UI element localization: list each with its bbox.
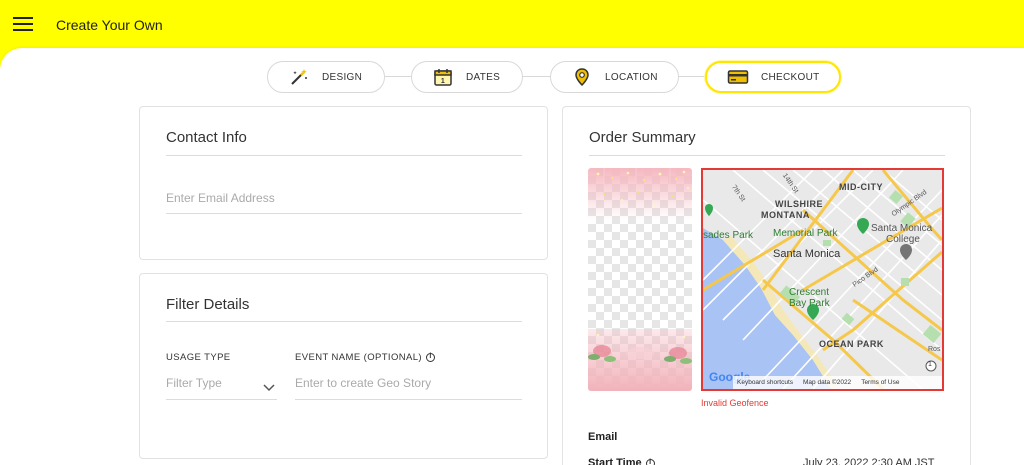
summary-email-label: Email (588, 431, 618, 443)
divider (166, 155, 522, 156)
event-name-label: EVENT NAME (OPTIONAL) i (295, 352, 435, 363)
summary-start-time-value: July 23, 2022 2:30 AM JST (803, 457, 935, 465)
app-title: Create Your Own (56, 17, 163, 33)
keyboard-shortcuts-link[interactable]: Keyboard shortcuts (737, 379, 793, 386)
map-label-bay-park: Bay Park (789, 298, 830, 309)
floral-decoration (588, 333, 692, 364)
order-summary-title: Order Summary (589, 129, 696, 146)
map-label-wilshire: WILSHIRE (775, 199, 823, 209)
map-label-memorial-park: Memorial Park (773, 228, 838, 239)
map-pin-icon (571, 66, 593, 88)
calendar-icon: 1 (432, 66, 454, 88)
terms-of-use-link[interactable]: Terms of Use (861, 379, 899, 386)
svg-text:1: 1 (441, 78, 445, 85)
filter-details-card: Filter Details USAGE TYPE Filter Type EV… (139, 273, 548, 459)
contact-info-card: Contact Info Enter Email Address (139, 106, 548, 260)
map-data-text: Map data ©2022 (803, 379, 852, 386)
map-label-crescent: Crescent (789, 287, 830, 298)
step-dates-label: DATES (466, 71, 501, 83)
credit-card-icon (727, 66, 749, 88)
event-name-input[interactable]: Enter to create Geo Story (295, 376, 431, 390)
step-design[interactable]: DESIGN (267, 61, 385, 93)
map-label-santa-monica: Santa Monica (773, 248, 841, 260)
map-label-mid-city: MID-CITY (839, 182, 883, 192)
filter-details-title: Filter Details (166, 296, 250, 313)
divider (589, 155, 945, 156)
step-design-label: DESIGN (322, 71, 363, 83)
sparkles-decoration (596, 168, 689, 206)
divider (166, 321, 522, 322)
info-icon[interactable]: i (645, 458, 655, 465)
usage-type-label: USAGE TYPE (166, 352, 231, 363)
email-input[interactable]: Enter Email Address (166, 191, 275, 205)
map-label-montana: MONTANA (761, 210, 810, 220)
map-label-palisades-park: sades Park (703, 230, 754, 241)
email-input-underline (166, 213, 522, 214)
geofence-map[interactable]: MID-CITY WILSHIRE MONTANA Memorial Park … (701, 168, 944, 391)
start-time-label-text: Start Time (588, 457, 642, 465)
magic-wand-icon (288, 66, 310, 88)
event-name-label-text: EVENT NAME (OPTIONAL) (295, 352, 422, 363)
contact-info-title: Contact Info (166, 129, 247, 146)
map-label-college-1: Santa Monica (871, 223, 933, 234)
chevron-down-icon (263, 379, 275, 397)
usage-type-underline (166, 399, 277, 400)
step-location[interactable]: LOCATION (550, 61, 679, 93)
map-label-ocean-park: OCEAN PARK (819, 339, 884, 349)
map-label-ros: Ros (928, 346, 941, 353)
hamburger-menu-icon[interactable] (13, 17, 33, 31)
step-checkout[interactable]: CHECKOUT (705, 61, 841, 93)
step-dates[interactable]: 1 DATES (411, 61, 523, 93)
summary-start-time-label: Start Time i (588, 457, 655, 465)
step-checkout-label: CHECKOUT (761, 71, 820, 83)
step-location-label: LOCATION (605, 71, 658, 83)
usage-type-value: Filter Type (166, 376, 222, 390)
map-label-college-2: College (886, 234, 920, 245)
map-label-route-1: 1 (928, 361, 932, 368)
stepper: DESIGN 1 DATES LOCATION CHECKOUT (0, 61, 1024, 93)
map-attribution-bar: Keyboard shortcuts Map data ©2022 Terms … (733, 376, 942, 389)
event-name-underline (295, 399, 522, 400)
info-icon[interactable]: i (426, 352, 435, 362)
filter-preview-image (588, 168, 692, 391)
usage-type-select[interactable]: Filter Type (166, 370, 277, 400)
geofence-error-text: Invalid Geofence (701, 398, 769, 408)
